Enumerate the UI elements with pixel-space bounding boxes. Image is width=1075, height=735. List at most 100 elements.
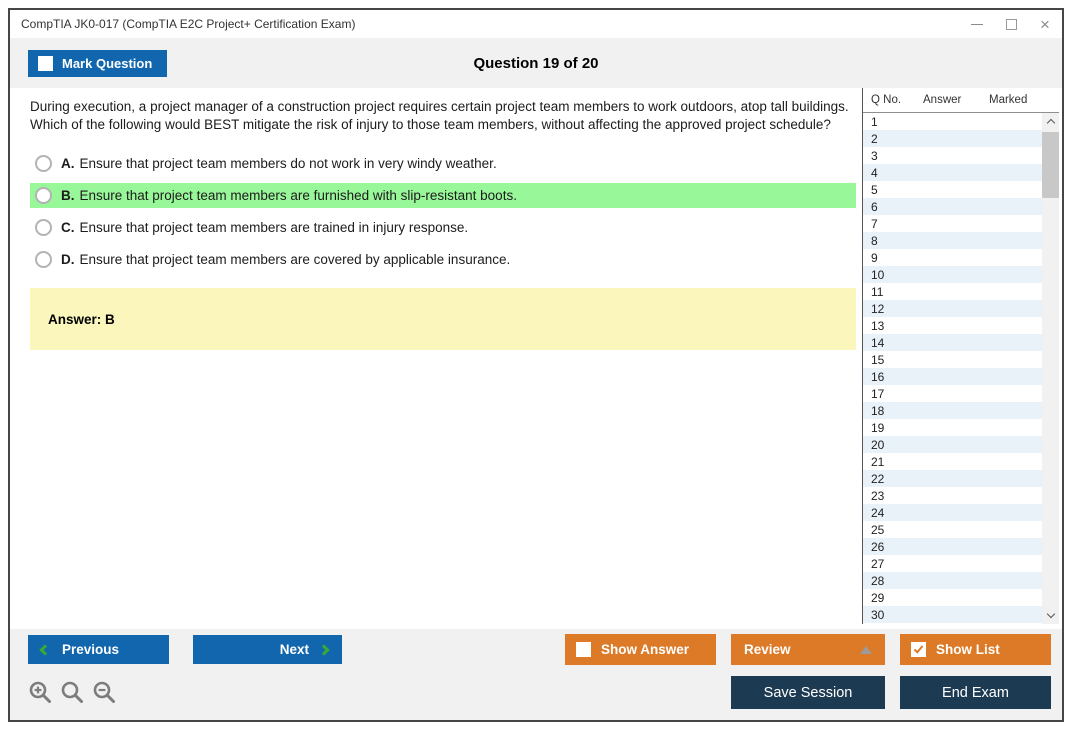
column-header-answer: Answer xyxy=(923,94,962,106)
save-session-button[interactable]: Save Session xyxy=(731,676,885,709)
option-letter: D. xyxy=(61,252,75,268)
option-text: Ensure that project team members are tra… xyxy=(79,220,469,236)
question-list-row[interactable]: 3 xyxy=(863,147,1042,164)
question-list-row[interactable]: 19 xyxy=(863,419,1042,436)
answer-option[interactable]: C. Ensure that project team members are … xyxy=(30,215,856,240)
question-number-cell: 13 xyxy=(871,318,885,333)
question-number-cell: 16 xyxy=(871,369,885,384)
end-exam-label: End Exam xyxy=(942,684,1009,701)
question-list-row[interactable]: 9 xyxy=(863,249,1042,266)
show-list-label: Show List xyxy=(936,642,1000,657)
close-button[interactable]: × xyxy=(1028,10,1062,38)
question-number-cell: 26 xyxy=(871,539,885,554)
zoom-in-icon[interactable] xyxy=(28,680,53,705)
radio-button-icon[interactable] xyxy=(35,251,52,269)
end-exam-button[interactable]: End Exam xyxy=(900,676,1051,709)
question-list-row[interactable]: 26 xyxy=(863,538,1042,555)
question-number-cell: 30 xyxy=(871,607,885,622)
question-number-cell: 27 xyxy=(871,556,885,571)
question-number-cell: 11 xyxy=(871,284,884,299)
show-list-checkbox[interactable] xyxy=(911,642,926,657)
question-number-cell: 10 xyxy=(871,267,885,282)
radio-button-icon[interactable] xyxy=(35,155,52,173)
question-list-row[interactable]: 20 xyxy=(863,436,1042,453)
question-list-row[interactable]: 15 xyxy=(863,351,1042,368)
window-controls: × xyxy=(960,10,1062,38)
question-panel: During execution, a project manager of a… xyxy=(10,88,862,629)
window-title: CompTIA JK0-017 (CompTIA E2C Project+ Ce… xyxy=(21,17,356,31)
question-list-row[interactable]: 10 xyxy=(863,266,1042,283)
option-text: Ensure that project team members do not … xyxy=(79,156,497,172)
question-list-row[interactable]: 18 xyxy=(863,402,1042,419)
show-answer-checkbox[interactable] xyxy=(576,642,591,657)
review-button[interactable]: Review xyxy=(731,634,885,665)
review-label: Review xyxy=(744,642,791,657)
maximize-button[interactable] xyxy=(994,10,1028,38)
question-list-row[interactable]: 14 xyxy=(863,334,1042,351)
question-list-row[interactable]: 21 xyxy=(863,453,1042,470)
next-button[interactable]: Next xyxy=(193,635,342,664)
question-list-row[interactable]: 1 xyxy=(863,113,1042,130)
question-list-row[interactable]: 24 xyxy=(863,504,1042,521)
scrollbar[interactable] xyxy=(1042,113,1059,624)
question-list-row[interactable]: 6 xyxy=(863,198,1042,215)
radio-button-icon[interactable] xyxy=(35,219,52,237)
answer-option[interactable]: B. Ensure that project team members are … xyxy=(30,183,856,209)
question-list-body: 1 2 3 4 5 6 7 8 9 10 11 12 13 14 15 16 1… xyxy=(863,113,1059,624)
question-list-row[interactable]: 7 xyxy=(863,215,1042,232)
scroll-down-icon[interactable] xyxy=(1042,607,1059,624)
question-list-row[interactable]: 22 xyxy=(863,470,1042,487)
question-list-row[interactable]: 25 xyxy=(863,521,1042,538)
question-number-cell: 19 xyxy=(871,420,885,435)
question-number-cell: 8 xyxy=(871,233,878,248)
close-icon: × xyxy=(1040,14,1050,34)
radio-button-icon[interactable] xyxy=(35,187,52,205)
question-list-row[interactable]: 2 xyxy=(863,130,1042,147)
chevron-right-icon xyxy=(318,643,330,656)
question-list-row[interactable]: 23 xyxy=(863,487,1042,504)
previous-label: Previous xyxy=(62,642,120,657)
previous-button[interactable]: Previous xyxy=(28,635,169,664)
main-area: During execution, a project manager of a… xyxy=(10,88,1062,629)
show-answer-button[interactable]: Show Answer xyxy=(565,634,716,665)
question-number-cell: 4 xyxy=(871,165,878,180)
question-list-row[interactable]: 8 xyxy=(863,232,1042,249)
mark-question-checkbox[interactable] xyxy=(38,55,53,71)
question-list-row[interactable]: 12 xyxy=(863,300,1042,317)
question-number-cell: 12 xyxy=(871,301,885,316)
check-icon xyxy=(913,643,924,654)
zoom-reset-icon[interactable] xyxy=(60,680,85,705)
question-list-row[interactable]: 4 xyxy=(863,164,1042,181)
scroll-up-icon[interactable] xyxy=(1042,113,1059,130)
show-answer-label: Show Answer xyxy=(601,642,690,657)
question-number-cell: 28 xyxy=(871,573,885,588)
question-number-cell: 3 xyxy=(871,148,878,163)
scrollbar-thumb[interactable] xyxy=(1042,132,1059,198)
question-number-cell: 29 xyxy=(871,590,885,605)
answer-option[interactable]: D. Ensure that project team members are … xyxy=(30,247,856,272)
question-list-row[interactable]: 13 xyxy=(863,317,1042,334)
question-number-cell: 1 xyxy=(871,114,878,129)
show-list-button[interactable]: Show List xyxy=(900,634,1051,665)
question-list-row[interactable]: 28 xyxy=(863,572,1042,589)
question-list-row[interactable]: 30 xyxy=(863,606,1042,623)
answer-option[interactable]: A. Ensure that project team members do n… xyxy=(30,151,856,176)
chevron-left-icon xyxy=(39,643,51,656)
answer-box: Answer: B xyxy=(30,288,856,351)
question-number-cell: 9 xyxy=(871,250,878,265)
title-bar: CompTIA JK0-017 (CompTIA E2C Project+ Ce… xyxy=(10,10,1062,38)
question-number-cell: 25 xyxy=(871,522,885,537)
question-list-row[interactable]: 5 xyxy=(863,181,1042,198)
question-list-row[interactable]: 16 xyxy=(863,368,1042,385)
mark-question-button[interactable]: Mark Question xyxy=(28,49,168,77)
question-list-row[interactable]: 27 xyxy=(863,555,1042,572)
question-counter: Question 19 of 20 xyxy=(473,54,599,72)
question-list-row[interactable]: 17 xyxy=(863,385,1042,402)
zoom-out-icon[interactable] xyxy=(92,680,117,705)
minimize-button[interactable] xyxy=(960,10,994,38)
footer-bar: Previous Next Show Answer Review Show Li… xyxy=(10,629,1062,720)
question-list-row[interactable]: 29 xyxy=(863,589,1042,606)
question-list-row[interactable]: 11 xyxy=(863,283,1042,300)
option-letter: B. xyxy=(61,188,75,204)
question-number-cell: 5 xyxy=(871,182,878,197)
